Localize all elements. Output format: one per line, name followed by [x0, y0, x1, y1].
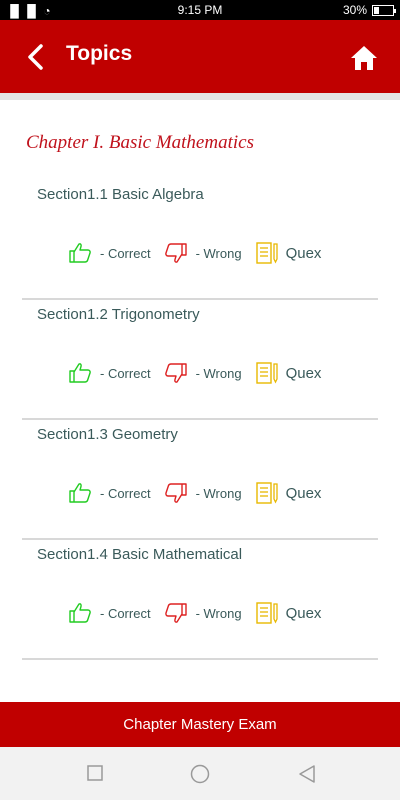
recents-square-icon[interactable]	[86, 764, 104, 782]
back-triangle-icon[interactable]	[297, 764, 317, 784]
correct-label: - Correct	[100, 605, 151, 621]
quex-label[interactable]: Quex	[286, 485, 322, 502]
battery-level-fill	[374, 6, 379, 14]
battery-icon	[372, 4, 396, 16]
app-bar-shadow	[0, 93, 400, 100]
thumbs-up-icon	[69, 243, 91, 263]
system-nav-bar	[0, 747, 400, 800]
section-row[interactable]: Section1.2 Trigonometry - Correct - Wron…	[22, 300, 378, 420]
chapter-mastery-exam-button[interactable]: Chapter Mastery Exam	[0, 702, 400, 747]
section-stats: - Correct - Wrong Quex	[68, 361, 321, 385]
section-stats: - Correct - Wrong Quex	[68, 481, 321, 505]
thumbs-down-icon	[164, 603, 187, 623]
battery-percent: 30%	[342, 3, 367, 17]
screen: ▐▌▐▌ ◔ 9:15 PM 30% Topics Chapter I. Bas…	[0, 0, 400, 800]
status-time: 9:15 PM	[177, 3, 223, 17]
section-stats: - Correct - Wrong Quex	[68, 601, 321, 625]
battery-group: 30%	[342, 3, 396, 17]
wrong-label: - Wrong	[195, 605, 242, 621]
thumbs-up-icon	[69, 363, 91, 383]
status-bar: ▐▌▐▌ ◔ 9:15 PM 30%	[0, 0, 400, 20]
thumbs-down-icon	[164, 363, 187, 383]
thumbs-up-icon	[69, 483, 91, 503]
wrong-label: - Wrong	[195, 485, 242, 501]
wrong-label: - Wrong	[195, 245, 242, 261]
quex-label[interactable]: Quex	[286, 365, 322, 382]
section-stats: - Correct - Wrong Quex	[68, 241, 321, 265]
section-row[interactable]: Section1.4 Basic Mathematical - Correct …	[22, 540, 378, 660]
section-row[interactable]: Section1.3 Geometry - Correct - Wrong Qu…	[22, 420, 378, 540]
correct-label: - Correct	[100, 245, 151, 261]
notebook-pencil-icon	[255, 602, 278, 624]
section-title: Section1.2 Trigonometry	[37, 306, 200, 323]
chapter-title: Chapter I. Basic Mathematics	[26, 132, 254, 153]
section-row[interactable]: Section1.1 Basic Algebra - Correct - Wro…	[22, 180, 378, 300]
section-title: Section1.4 Basic Mathematical	[37, 546, 243, 563]
notebook-pencil-icon	[255, 362, 278, 384]
thumbs-down-icon	[164, 483, 187, 503]
thumbs-up-icon	[69, 603, 91, 623]
notebook-pencil-icon	[255, 482, 278, 504]
section-title: Section1.1 Basic Algebra	[37, 186, 204, 203]
section-title: Section1.3 Geometry	[37, 426, 178, 443]
page-title: Topics	[66, 42, 133, 65]
quex-label[interactable]: Quex	[286, 605, 322, 622]
chevron-left-icon	[28, 44, 43, 70]
home-icon	[351, 46, 377, 70]
home-circle-icon[interactable]	[189, 764, 211, 784]
app-bar: Topics	[0, 20, 400, 93]
back-button[interactable]	[22, 42, 52, 72]
wrong-label: - Wrong	[195, 365, 242, 381]
notebook-pencil-icon	[255, 242, 278, 264]
correct-label: - Correct	[100, 485, 151, 501]
correct-label: - Correct	[100, 365, 151, 381]
home-button[interactable]	[350, 44, 378, 72]
quex-label[interactable]: Quex	[286, 245, 322, 262]
thumbs-down-icon	[164, 243, 187, 263]
